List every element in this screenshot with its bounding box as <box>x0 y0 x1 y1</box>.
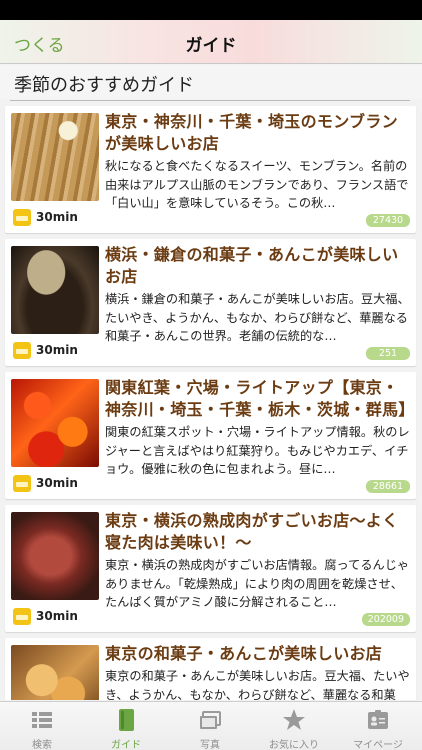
tab-label: ガイド <box>111 740 141 750</box>
guide-title: 横浜・鎌倉の和菓子・あんこが美味しいお店 <box>105 245 399 286</box>
guide-description: 秋になると食べたくなるスイーツ、モンブラン。名前の由来はアルプス山脈のモンブラン… <box>105 159 409 210</box>
guide-thumbnail <box>11 512 99 600</box>
guide-thumbnail <box>11 113 99 201</box>
tab-photos[interactable]: 写真 <box>168 702 252 750</box>
guide-title: 東京・神奈川・千葉・埼玉のモンブランが美味しいお店 <box>105 112 398 153</box>
time-label: 30min <box>36 476 78 490</box>
tab-label: お気に入り <box>269 740 319 750</box>
tab-favorites[interactable]: お気に入り <box>252 702 336 750</box>
tab-label: 写真 <box>200 740 220 750</box>
status-bar <box>0 0 422 20</box>
guide-thumbnail <box>11 246 99 334</box>
guide-title: 東京の和菓子・あんこが美味しいお店 <box>105 644 383 663</box>
tab-guide[interactable]: ガイド <box>84 702 168 750</box>
section-title: 季節のおすすめガイド <box>14 75 194 96</box>
guide-title: 関東紅葉・穴場・ライトアップ【東京・神奈川・埼玉・千葉・栃木・茨城・群馬】 <box>105 378 415 419</box>
tab-label: マイページ <box>353 740 403 750</box>
guide-card-autumn-leaves[interactable]: 関東紅葉・穴場・ライトアップ【東京・神奈川・埼玉・千葉・栃木・茨城・群馬】 関東… <box>5 372 416 499</box>
view-count-badge: 28661 <box>366 480 410 493</box>
tab-bar: 検索 ガイド 写真 お気に入り マイページ <box>0 701 422 750</box>
tab-search[interactable]: 検索 <box>0 702 84 750</box>
guide-card-aged-meat[interactable]: 東京・横浜の熟成肉がすごいお店〜よく寝た肉は美味い！〜 東京・横浜の熟成肉がすご… <box>5 505 416 632</box>
time-icon <box>13 209 31 226</box>
star-icon <box>283 709 305 730</box>
view-count-badge: 27430 <box>366 214 410 227</box>
tab-mypage[interactable]: マイページ <box>336 702 420 750</box>
section-header: 季節のおすすめガイド <box>0 65 422 101</box>
guide-card-yokohama-wagashi[interactable]: 横浜・鎌倉の和菓子・あんこが美味しいお店 横浜・鎌倉の和菓子・あんこが美味しいお… <box>5 239 416 366</box>
guide-thumbnail <box>11 645 99 700</box>
guide-list[interactable]: 東京・神奈川・千葉・埼玉のモンブランが美味しいお店 秋になると食べたくなるスイー… <box>0 106 422 700</box>
time-icon <box>13 608 31 625</box>
section-divider <box>10 100 410 101</box>
guide-description: 東京・横浜の熟成肉がすごいお店情報。腐ってるんじゃありません。「乾燥熟成」により… <box>105 558 410 609</box>
list-icon <box>32 712 52 728</box>
photos-icon <box>200 711 221 729</box>
tab-label: 検索 <box>32 740 52 750</box>
time-icon <box>13 342 31 359</box>
view-count-badge: 202009 <box>361 613 410 626</box>
guide-thumbnail <box>11 379 99 467</box>
guide-card-montblanc[interactable]: 東京・神奈川・千葉・埼玉のモンブランが美味しいお店 秋になると食べたくなるスイー… <box>5 106 416 233</box>
time-label: 30min <box>36 343 78 357</box>
time-label: 30min <box>36 609 78 623</box>
navigation-bar: つくる ガイド <box>0 20 422 64</box>
guide-description: 横浜・鎌倉の和菓子・あんこが美味しいお店。豆大福、たいやき、ようかん、もなか、わ… <box>105 292 410 343</box>
profile-card-icon <box>368 710 388 729</box>
guide-card-tokyo-wagashi[interactable]: 東京の和菓子・あんこが美味しいお店 東京の和菓子・あんこが美味しいお店。豆大福、… <box>5 638 416 700</box>
guide-title: 東京・横浜の熟成肉がすごいお店〜よく寝た肉は美味い！〜 <box>105 511 399 552</box>
view-count-badge: 251 <box>366 347 410 360</box>
page-title: ガイド <box>185 36 237 56</box>
guide-description: 東京の和菓子・あんこが美味しいお店。豆大福、たいやき、ようかん、もなか、わらび餅… <box>105 669 410 700</box>
guide-description: 関東の紅葉スポット・穴場・ライトアップ情報。秋のレジャーと言えばやはり紅葉狩り。… <box>105 425 410 476</box>
guide-book-icon <box>119 709 134 731</box>
time-icon <box>13 475 31 492</box>
time-label: 30min <box>36 210 78 224</box>
